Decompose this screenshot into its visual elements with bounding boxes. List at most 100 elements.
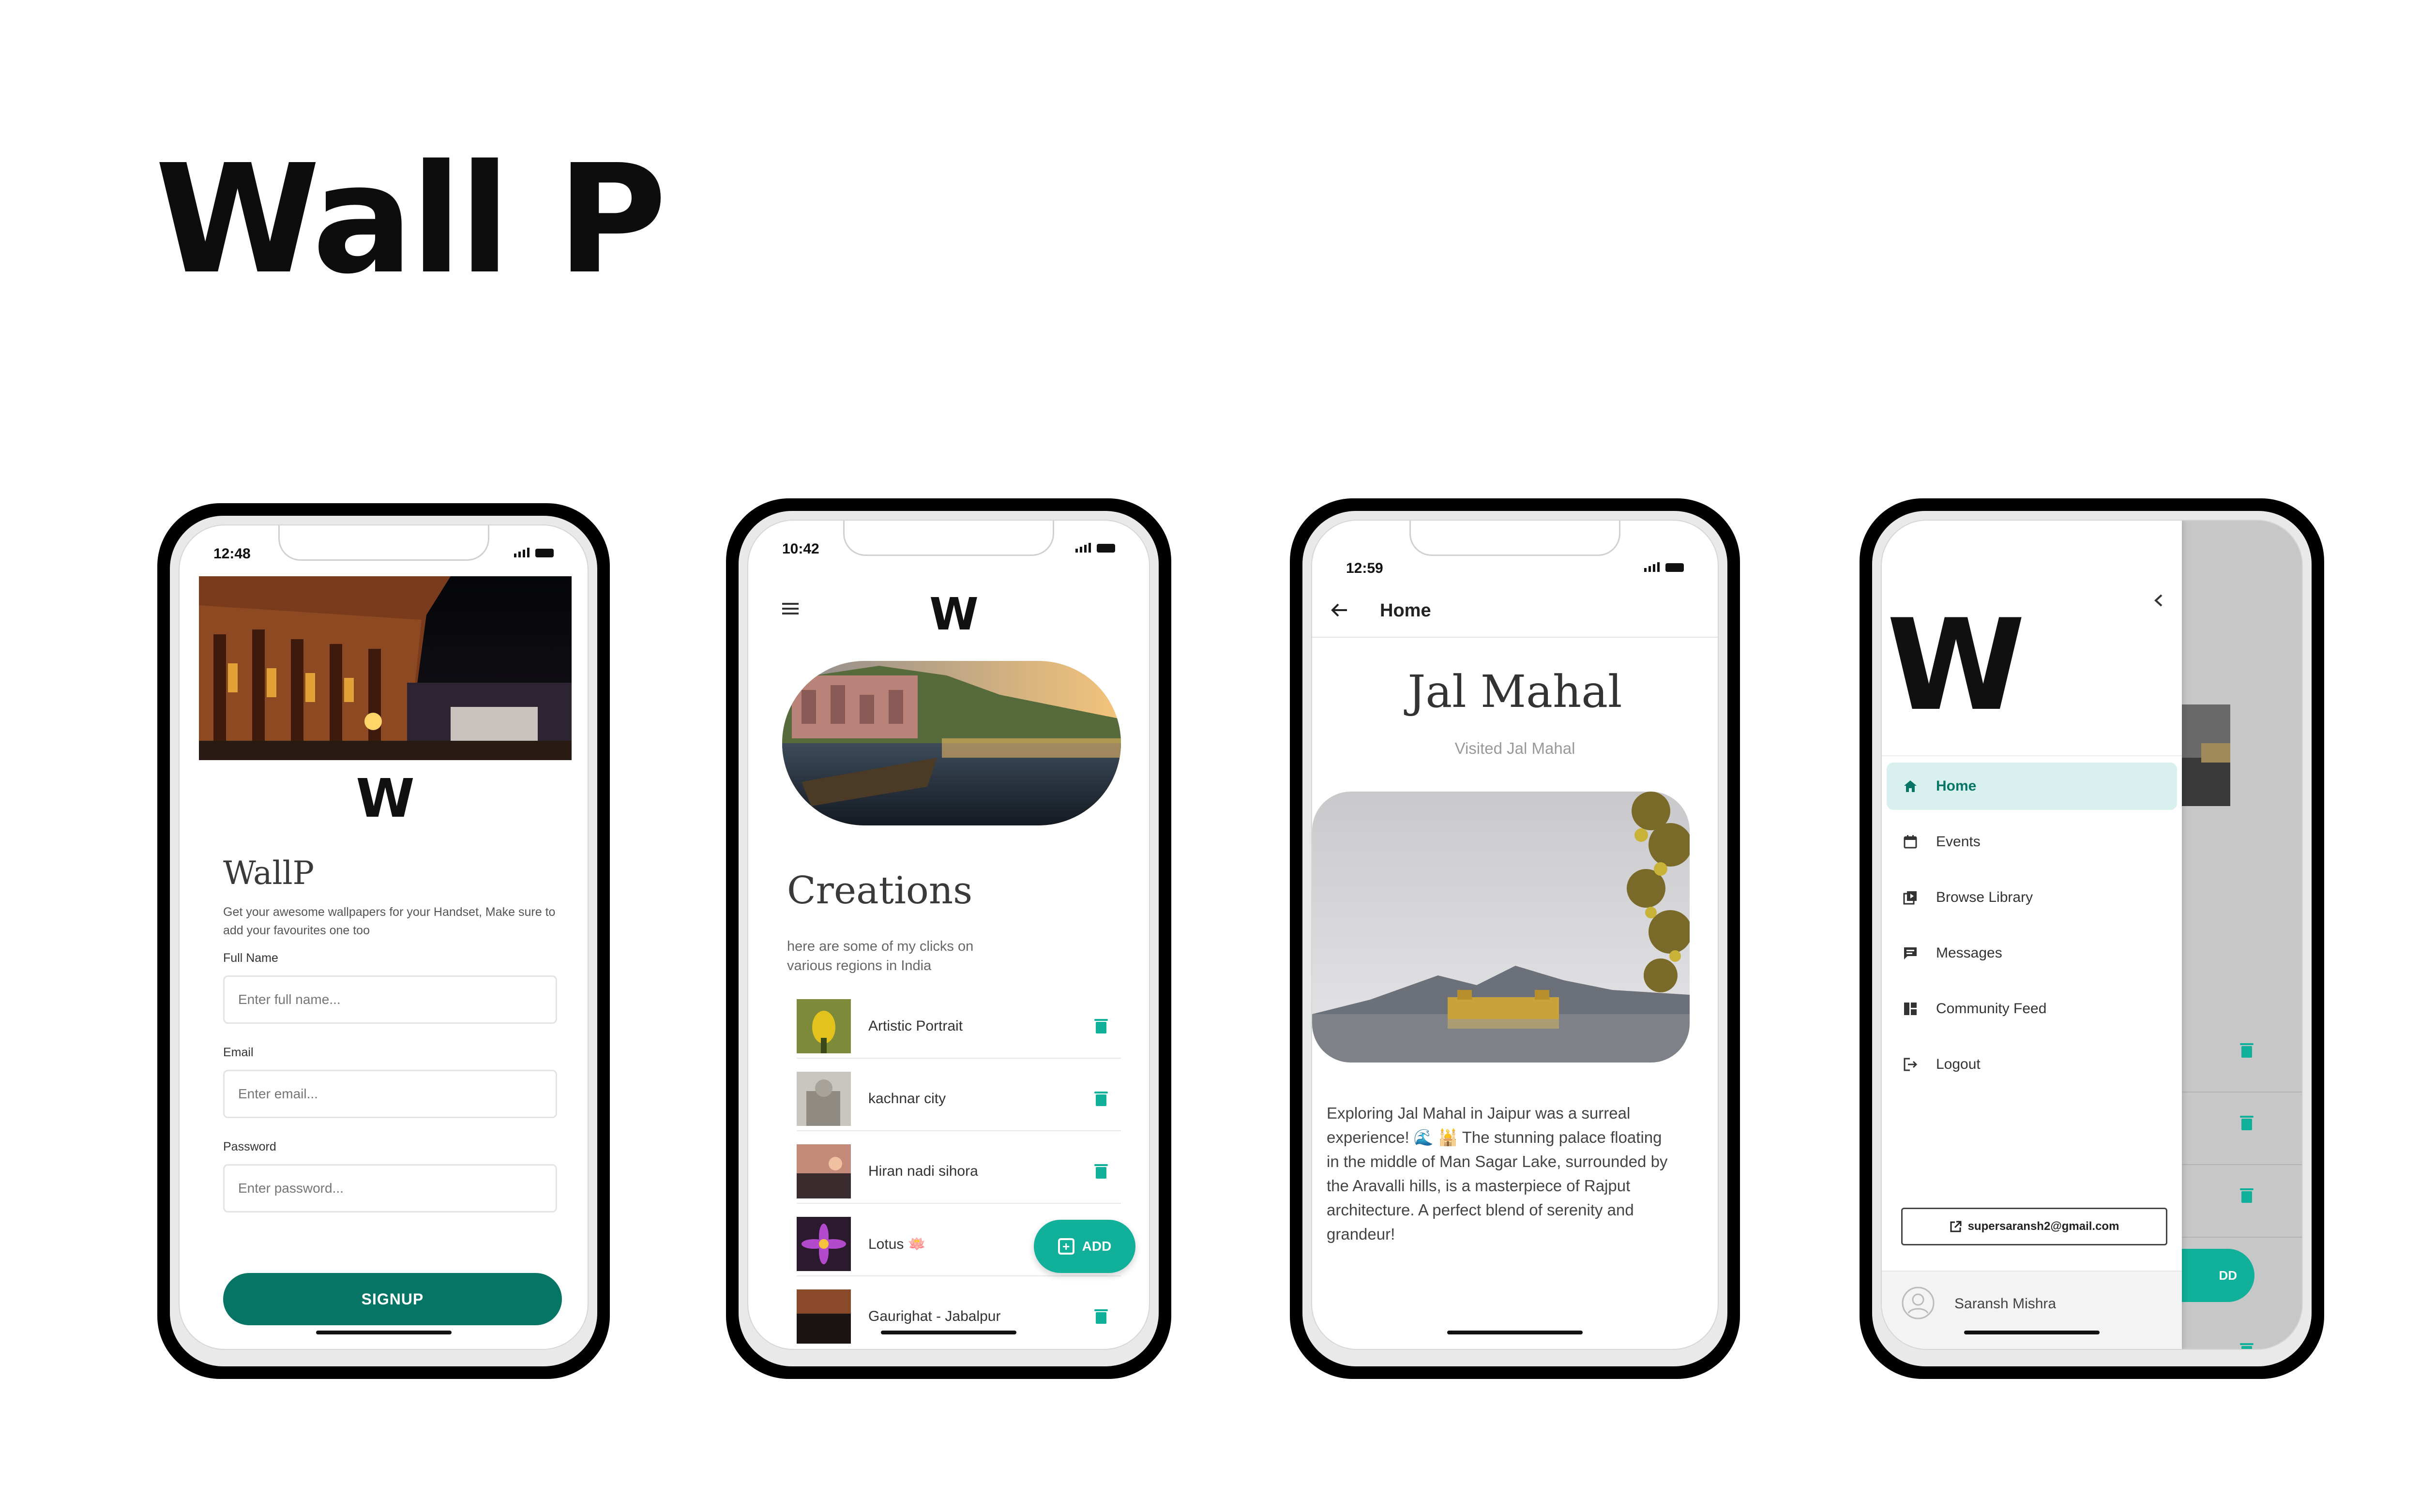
- list-item-label: Artistic Portrait: [868, 1018, 963, 1034]
- background-divider: [2182, 1164, 2302, 1165]
- background-divider: [2182, 1237, 2302, 1238]
- delete-icon[interactable]: [1094, 1092, 1108, 1106]
- status-icons: [1075, 542, 1115, 553]
- list-item[interactable]: Hiran nadi sihora: [797, 1140, 1121, 1204]
- status-time: 12:48: [213, 546, 251, 562]
- library-icon: [1902, 889, 1919, 906]
- phone-signup: 12:48 W WallP Get your awesome wallpaper…: [157, 503, 610, 1379]
- wallp-logo: W: [929, 588, 978, 640]
- app-name: WallP: [223, 854, 315, 892]
- full-name-input[interactable]: [223, 975, 557, 1024]
- battery-icon: [1097, 544, 1115, 553]
- menu-label: Logout: [1936, 1056, 1981, 1072]
- status-icons: [514, 547, 554, 557]
- add-label-peek: DD: [2219, 1268, 2237, 1283]
- status-icons: [1644, 561, 1684, 572]
- delete-icon: [2240, 1043, 2254, 1058]
- add-fab-button-peek: DD: [2182, 1249, 2254, 1302]
- signal-icon: [1644, 561, 1660, 572]
- hero-image: [782, 661, 1121, 825]
- delete-icon[interactable]: [1094, 1309, 1108, 1324]
- home-indicator: [881, 1331, 1016, 1334]
- wallp-logo: W: [1887, 593, 2026, 739]
- dashboard-icon: [1902, 1001, 1919, 1017]
- home-icon: [1902, 778, 1919, 794]
- status-time: 10:42: [782, 541, 819, 557]
- phone-drawer: DD W Home Events Browse Library Messages: [1860, 498, 2324, 1379]
- list-item[interactable]: kachnar city: [797, 1067, 1121, 1131]
- creations-subtitle: here are some of my clicks on various re…: [787, 939, 974, 973]
- creations-heading: Creations: [787, 869, 973, 913]
- thumbnail: [797, 1217, 851, 1271]
- delete-icon[interactable]: [1094, 1019, 1108, 1033]
- delete-icon: [2240, 1188, 2254, 1203]
- post-title: Jal Mahal: [1407, 666, 1622, 718]
- battery-icon: [535, 549, 554, 557]
- add-fab-button[interactable]: + ADD: [1034, 1220, 1135, 1273]
- chevron-left-icon[interactable]: [2153, 593, 2164, 608]
- hamburger-menu-icon[interactable]: [782, 603, 799, 614]
- list-item-label: Hiran nadi sihora: [868, 1163, 978, 1179]
- user-name: Saransh Mishra: [1954, 1296, 2057, 1312]
- navigation-drawer: W Home Events Browse Library Messages Co…: [1882, 521, 2182, 1349]
- background-divider: [2182, 1092, 2302, 1093]
- delete-icon[interactable]: [1094, 1164, 1108, 1179]
- menu-label: Browse Library: [1936, 889, 2033, 905]
- menu-item-events[interactable]: Events: [1887, 818, 2187, 866]
- phone-detail: 12:59 Home Jal Mahal Visited Jal Mahal E…: [1290, 498, 1740, 1379]
- menu-item-messages[interactable]: Messages: [1887, 929, 2187, 977]
- add-label: ADD: [1082, 1239, 1112, 1254]
- menu-label: Messages: [1936, 945, 2002, 961]
- app-description: Get your awesome wallpapers for your Han…: [223, 905, 556, 937]
- thumbnail: [797, 1072, 851, 1126]
- email-input[interactable]: [223, 1070, 557, 1118]
- back-arrow-icon[interactable]: [1330, 600, 1349, 620]
- menu-item-community-feed[interactable]: Community Feed: [1887, 985, 2187, 1033]
- delete-icon: [2240, 1343, 2254, 1349]
- password-input[interactable]: [223, 1164, 557, 1213]
- full-name-label: Full Name: [223, 951, 278, 965]
- signal-icon: [1075, 542, 1091, 553]
- post-body: Exploring Jal Mahal in Jaipur was a surr…: [1327, 1104, 1668, 1243]
- message-icon: [1902, 945, 1919, 961]
- notch: [278, 525, 489, 561]
- user-avatar-icon: [1902, 1287, 1935, 1319]
- menu-label: Events: [1936, 834, 1981, 850]
- menu-item-browse-library[interactable]: Browse Library: [1887, 874, 2187, 921]
- email-link-button[interactable]: supersaransh2@gmail.com: [1901, 1208, 2167, 1245]
- hero-image: [199, 576, 572, 760]
- calendar-icon: [1902, 834, 1919, 850]
- page-title: Wall P: [155, 133, 667, 307]
- thumbnail: [797, 1144, 851, 1198]
- home-indicator: [316, 1331, 452, 1334]
- list-item[interactable]: Gaurighat - Jabalpur: [797, 1285, 1121, 1348]
- email-text: supersaransh2@gmail.com: [1967, 1220, 2119, 1233]
- status-time: 12:59: [1346, 560, 1383, 576]
- menu-label: Home: [1936, 778, 1977, 794]
- open-external-icon: [1950, 1221, 1962, 1232]
- post-image: [1312, 792, 1690, 1063]
- phone-creations: 10:42 W Creations here are some of my cl…: [726, 498, 1171, 1379]
- logout-icon: [1902, 1056, 1919, 1073]
- menu-item-logout[interactable]: Logout: [1887, 1041, 2187, 1088]
- drawer-divider: [1882, 755, 2182, 756]
- password-label: Password: [223, 1140, 276, 1153]
- notch: [843, 521, 1054, 556]
- list-item[interactable]: Artistic Portrait: [797, 995, 1121, 1059]
- notch: [1409, 521, 1620, 556]
- menu-item-home[interactable]: Home: [1887, 763, 2177, 810]
- signup-button[interactable]: SIGNUP: [223, 1273, 562, 1325]
- battery-icon: [1665, 563, 1684, 572]
- header-divider: [1312, 637, 1718, 638]
- header-title: Home: [1380, 600, 1431, 621]
- thumbnail: [797, 999, 851, 1053]
- wallp-logo: W: [356, 767, 414, 829]
- list-item-label: kachnar city: [868, 1091, 946, 1107]
- home-indicator: [1964, 1331, 2100, 1334]
- background-image-peek: [2182, 704, 2230, 806]
- drawer-footer: Saransh Mishra: [1882, 1271, 2182, 1349]
- delete-icon: [2240, 1116, 2254, 1130]
- thumbnail: [797, 1289, 851, 1344]
- menu-label: Community Feed: [1936, 1001, 2047, 1017]
- email-label: Email: [223, 1046, 254, 1059]
